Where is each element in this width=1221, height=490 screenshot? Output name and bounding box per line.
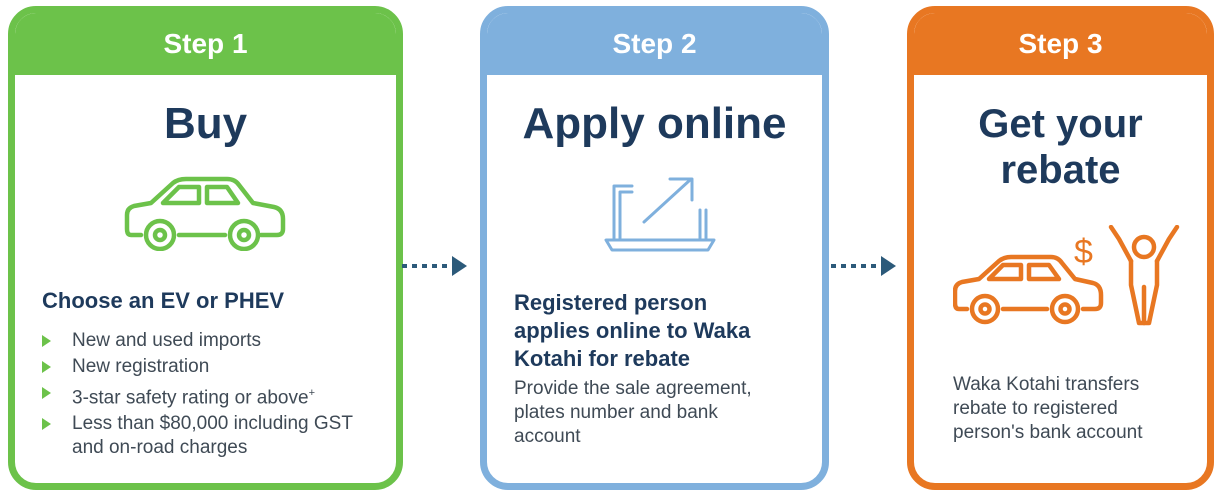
car-icon	[124, 176, 286, 251]
step-1-card: Step 1 Buy Choose an EV or PHEV New and …	[8, 6, 403, 490]
step-3-title: Get your rebate	[978, 102, 1143, 192]
step-3-header: Step 3	[914, 13, 1207, 75]
list-item: 3-star safety rating or above+	[42, 381, 387, 410]
bullet-arrow-icon	[42, 335, 51, 347]
flow-arrow-1-icon	[402, 256, 467, 276]
step-2-header: Step 2	[487, 13, 822, 75]
step-1-title: Buy	[163, 99, 248, 148]
bullet-arrow-icon	[42, 418, 51, 431]
car-rebate-celebration-icon	[953, 225, 1180, 326]
step-2-title: Apply online	[522, 99, 787, 148]
bullet-arrow-icon	[42, 361, 51, 373]
flow-arrow-2-icon	[831, 256, 896, 276]
laptop-icon	[604, 177, 716, 252]
list-item: Less than $80,000 including GST and on-r…	[42, 412, 387, 460]
step-1-subhead: Choose an EV or PHEV	[42, 288, 285, 313]
step-3-description: Waka Kotahi transfers rebate to register…	[953, 374, 1143, 443]
step-2-card: Step 2 Apply online Registered person ap…	[480, 6, 829, 490]
step-2-subhead: Registered person applies online to Waka…	[514, 290, 751, 371]
footnote-marker: +	[308, 387, 316, 399]
eligibility-list: New and used imports New registration 3-…	[42, 329, 387, 462]
bullet-arrow-icon	[42, 387, 51, 399]
list-item: New and used imports	[42, 329, 387, 353]
step-1-header: Step 1	[15, 13, 396, 75]
step-2-description: Provide the sale agreement, plates numbe…	[514, 378, 752, 447]
step-3-card: Step 3 Get your rebate $ Waka Kotahi tra…	[907, 6, 1214, 490]
dollar-symbol: $	[1074, 233, 1093, 271]
list-item: New registration	[42, 355, 387, 379]
